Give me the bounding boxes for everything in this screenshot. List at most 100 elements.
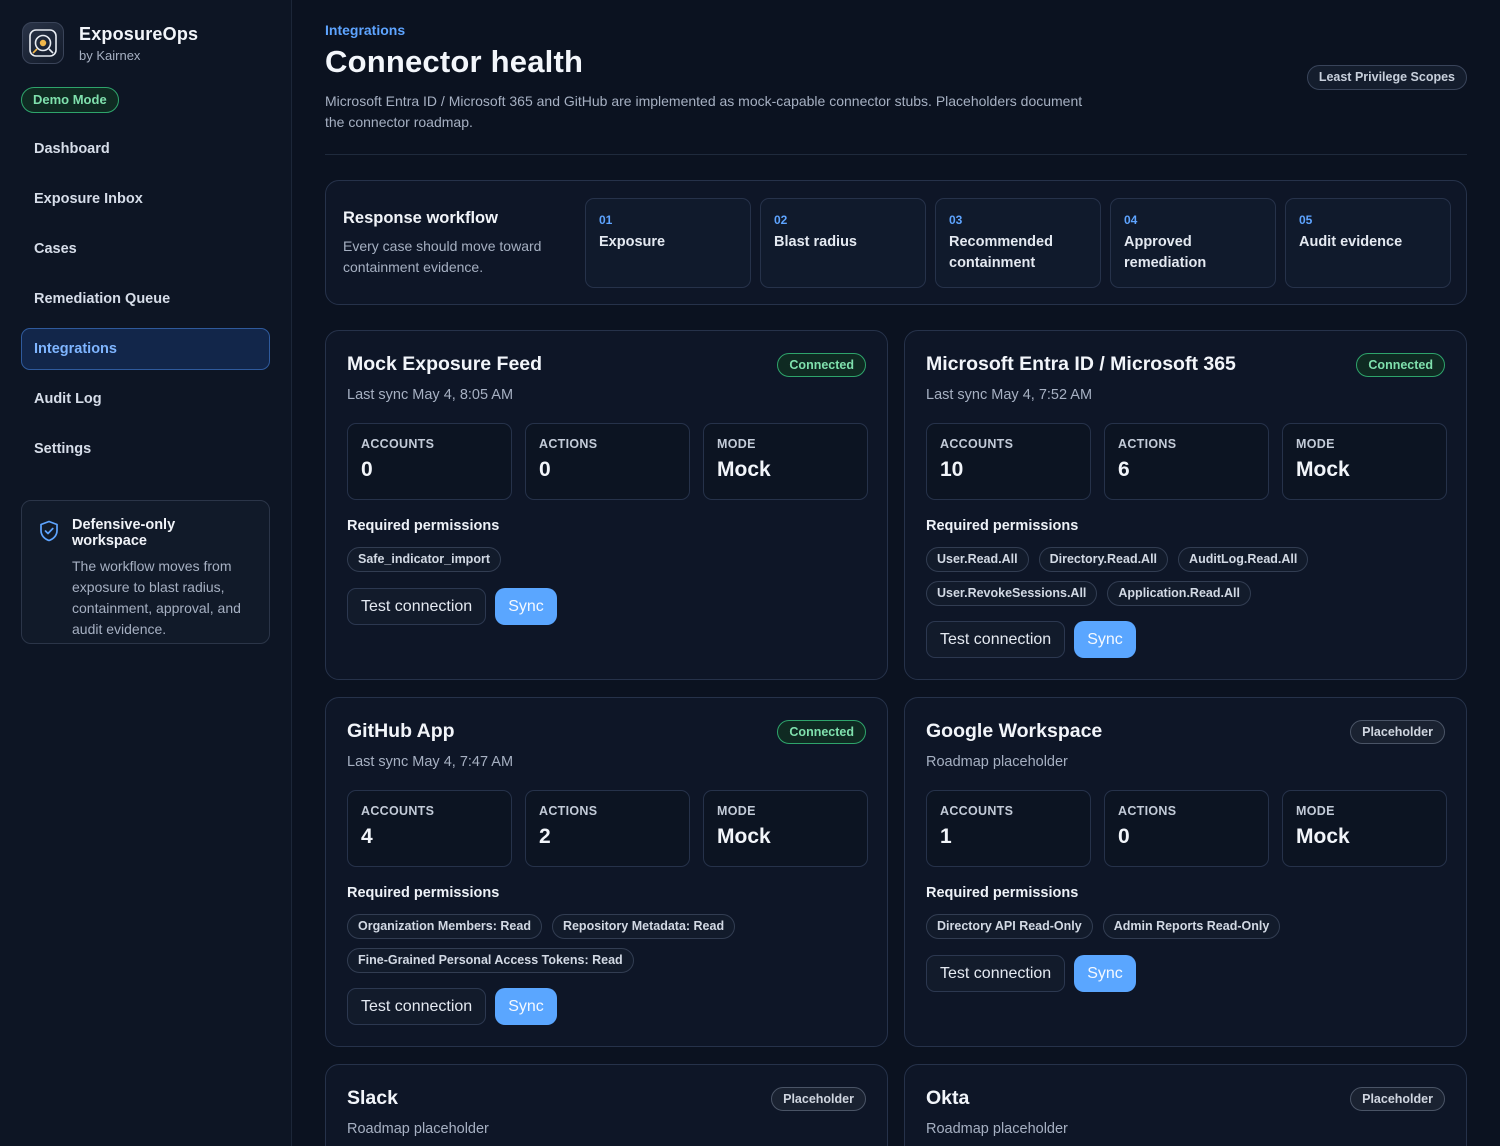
sidebar-item-cases[interactable]: Cases xyxy=(21,228,270,270)
permission-chip: AuditLog.Read.All xyxy=(1178,547,1309,572)
sidebar-item-exposure-inbox[interactable]: Exposure Inbox xyxy=(21,178,270,220)
workflow-step-blast-radius: 02 Blast radius xyxy=(760,198,926,288)
sidebar-item-dashboard[interactable]: Dashboard xyxy=(21,128,270,170)
connector-card-google-workspace: Google Workspace Roadmap placeholder Pla… xyxy=(904,697,1467,1047)
connector-name: Microsoft Entra ID / Microsoft 365 xyxy=(926,353,1236,375)
sync-button[interactable]: Sync xyxy=(1074,621,1136,658)
connector-card-slack: Slack Roadmap placeholder Placeholder xyxy=(325,1064,888,1146)
mode-stat: MODE Mock xyxy=(1282,423,1447,500)
connector-subtitle: Roadmap placeholder xyxy=(926,754,1068,770)
stat-value: 4 xyxy=(361,825,373,848)
sync-button[interactable]: Sync xyxy=(495,588,557,625)
shield-check-icon xyxy=(40,520,58,542)
least-privilege-badge[interactable]: Least Privilege Scopes xyxy=(1306,65,1467,90)
accounts-stat: ACCOUNTS 0 xyxy=(347,423,512,500)
step-label: Approved remediation xyxy=(1124,234,1207,271)
permission-chip: Repository Metadata: Read xyxy=(551,914,736,939)
accounts-stat: ACCOUNTS 4 xyxy=(347,790,512,867)
permission-chip: Organization Members: Read xyxy=(347,914,542,939)
connector-name: Google Workspace xyxy=(926,720,1103,742)
header-divider xyxy=(325,154,1467,155)
status-badge: Placeholder xyxy=(1350,1087,1445,1111)
status-badge: Placeholder xyxy=(771,1087,866,1111)
connector-card-github-app: GitHub App Last sync May 4, 7:47 AM Conn… xyxy=(325,697,888,1047)
sidebar-nav: Dashboard Exposure Inbox Cases Remediati… xyxy=(21,128,270,478)
stat-value: Mock xyxy=(717,458,771,481)
test-connection-button[interactable]: Test connection xyxy=(347,988,487,1025)
permissions-heading: Required permissions xyxy=(347,885,500,901)
connector-last-sync: Last sync May 4, 7:52 AM xyxy=(926,387,1093,403)
test-connection-button[interactable]: Test connection xyxy=(926,621,1066,658)
breadcrumb[interactable]: Integrations xyxy=(325,22,405,38)
permission-chip: User.Read.All xyxy=(926,547,1029,572)
stat-value: Mock xyxy=(1296,458,1350,481)
permissions-heading: Required permissions xyxy=(926,885,1079,901)
step-number: 05 xyxy=(1299,213,1313,227)
stat-value: Mock xyxy=(717,825,771,848)
stat-value: 0 xyxy=(1118,825,1130,848)
stat-label: ACCOUNTS xyxy=(361,437,435,451)
page-description: Microsoft Entra ID / Microsoft 365 and G… xyxy=(325,93,1083,130)
permissions-heading: Required permissions xyxy=(347,518,500,534)
sidebar-item-integrations[interactable]: Integrations xyxy=(21,328,270,370)
status-badge: Connected xyxy=(777,720,866,744)
sidebar-item-settings[interactable]: Settings xyxy=(21,428,270,470)
step-number: 01 xyxy=(599,213,613,227)
stat-value: Mock xyxy=(1296,825,1350,848)
step-label: Recommended containment xyxy=(949,234,1053,271)
step-label: Audit evidence xyxy=(1299,234,1403,250)
mode-stat: MODE Mock xyxy=(703,790,868,867)
brand[interactable]: ExposureOps by Kairnex xyxy=(22,22,198,64)
accounts-stat: ACCOUNTS 1 xyxy=(926,790,1091,867)
stat-value: 2 xyxy=(539,825,551,848)
actions-stat: ACTIONS 2 xyxy=(525,790,690,867)
connector-name: Okta xyxy=(926,1087,970,1109)
stat-label: ACCOUNTS xyxy=(940,804,1014,818)
test-connection-button[interactable]: Test connection xyxy=(926,955,1066,992)
stat-value: 1 xyxy=(940,825,952,848)
connector-last-sync: Last sync May 4, 8:05 AM xyxy=(347,387,514,403)
stat-label: ACTIONS xyxy=(1118,804,1177,818)
permissions-heading: Required permissions xyxy=(926,518,1079,534)
actions-stat: ACTIONS 0 xyxy=(525,423,690,500)
permission-chip: Directory API Read-Only xyxy=(926,914,1093,939)
page-title: Connector health xyxy=(325,44,584,79)
connector-last-sync: Last sync May 4, 7:47 AM xyxy=(347,754,514,770)
stat-value: 6 xyxy=(1118,458,1130,481)
defensive-workspace-card: Defensive-only workspace The workflow mo… xyxy=(21,500,270,644)
step-number: 04 xyxy=(1124,213,1138,227)
connector-card-okta: Okta Roadmap placeholder Placeholder xyxy=(904,1064,1467,1146)
stat-label: ACTIONS xyxy=(539,804,598,818)
connector-name: Slack xyxy=(347,1087,398,1109)
stat-value: 10 xyxy=(940,458,964,481)
permission-list: Safe_indicator_import xyxy=(347,547,867,572)
step-label: Blast radius xyxy=(774,234,857,250)
permission-chip: User.RevokeSessions.All xyxy=(926,581,1098,606)
status-badge: Connected xyxy=(777,353,866,377)
stat-label: ACCOUNTS xyxy=(940,437,1014,451)
stat-value: 0 xyxy=(539,458,551,481)
stat-label: MODE xyxy=(1296,437,1335,451)
sidebar-item-remediation-queue[interactable]: Remediation Queue xyxy=(21,278,270,320)
stat-label: ACTIONS xyxy=(1118,437,1177,451)
stat-label: ACCOUNTS xyxy=(361,804,435,818)
step-label: Exposure xyxy=(599,234,666,250)
sync-button[interactable]: Sync xyxy=(1074,955,1136,992)
sidebar: ExposureOps by Kairnex Demo Mode Dashboa… xyxy=(0,0,292,1146)
sidebar-item-audit-log[interactable]: Audit Log xyxy=(21,378,270,420)
test-connection-button[interactable]: Test connection xyxy=(347,588,487,625)
connector-name: GitHub App xyxy=(347,720,455,742)
sync-button[interactable]: Sync xyxy=(495,988,557,1025)
connector-subtitle: Roadmap placeholder xyxy=(926,1121,1068,1137)
step-number: 02 xyxy=(774,213,788,227)
permission-list: Organization Members: Read Repository Me… xyxy=(347,914,867,973)
mode-stat: MODE Mock xyxy=(1282,790,1447,867)
info-card-text: The workflow moves from exposure to blas… xyxy=(72,558,241,637)
brand-name: ExposureOps xyxy=(79,23,199,44)
connector-card-mock-exposure-feed: Mock Exposure Feed Last sync May 4, 8:05… xyxy=(325,330,888,680)
actions-stat: ACTIONS 6 xyxy=(1104,423,1269,500)
permission-chip: Fine-Grained Personal Access Tokens: Rea… xyxy=(347,948,634,973)
permission-list: User.Read.All Directory.Read.All AuditLo… xyxy=(926,547,1446,606)
workflow-step-audit-evidence: 05 Audit evidence xyxy=(1285,198,1451,288)
response-workflow: Response workflow Every case should move… xyxy=(325,180,1467,305)
